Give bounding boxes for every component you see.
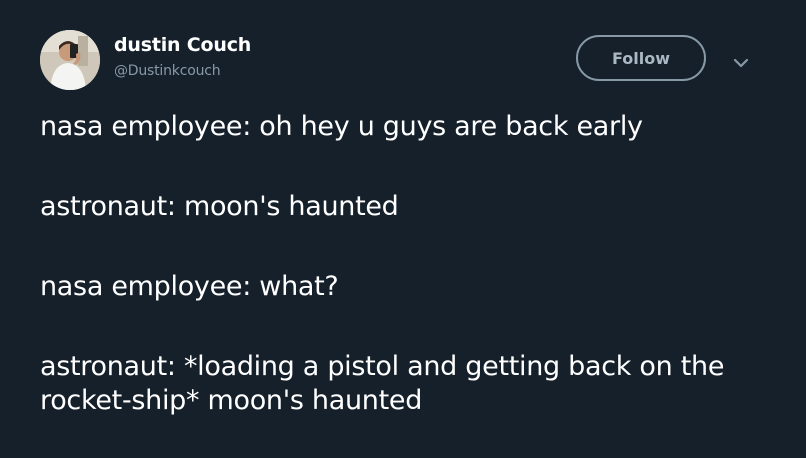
tweet-line: astronaut: *loading a pistol and getting…	[40, 351, 725, 416]
follow-button[interactable]: Follow	[576, 35, 706, 81]
user-handle[interactable]: @Dustinkcouch	[114, 63, 221, 79]
tweet-line: astronaut: moon's haunted	[40, 191, 399, 222]
tweet-card: dustin Couch @Dustinkcouch Follow nasa e…	[0, 0, 806, 458]
user-photo-icon	[40, 30, 100, 90]
chevron-down-icon[interactable]	[733, 54, 749, 68]
avatar[interactable]	[40, 30, 100, 90]
display-name[interactable]: dustin Couch	[114, 34, 251, 56]
tweet-line: nasa employee: oh hey u guys are back ea…	[40, 111, 643, 142]
tweet-line: nasa employee: what?	[40, 271, 339, 302]
tweet-text: nasa employee: oh hey u guys are back ea…	[40, 110, 780, 418]
